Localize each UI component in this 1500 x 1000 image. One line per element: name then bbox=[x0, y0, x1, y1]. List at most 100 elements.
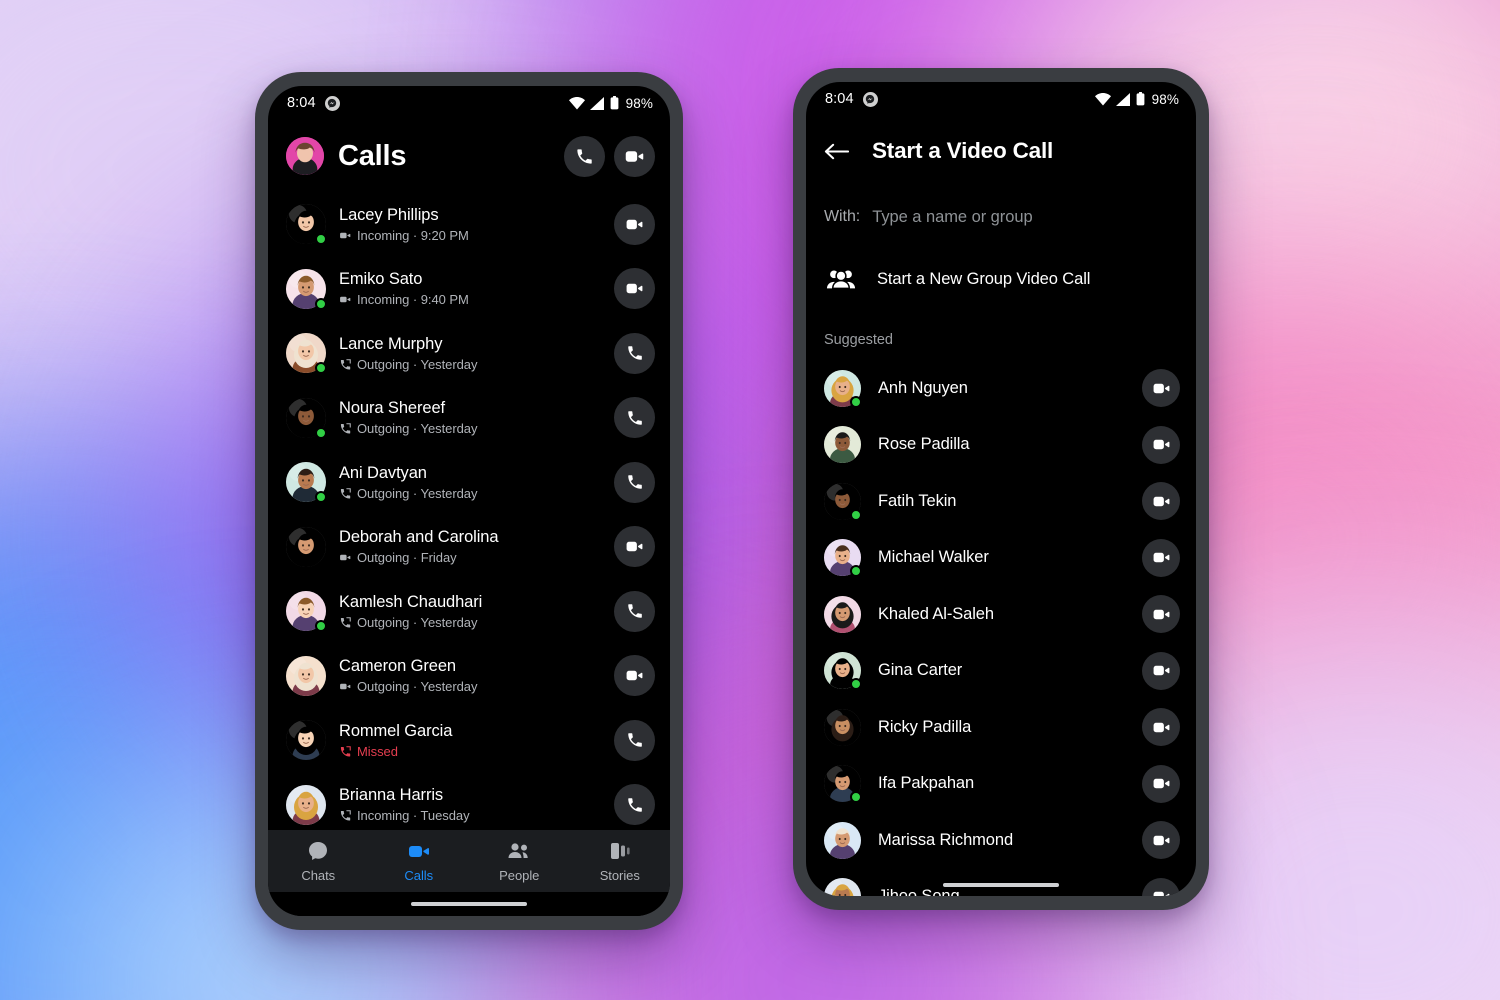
call-status-text: Missed bbox=[357, 743, 398, 759]
start-video-call-button[interactable] bbox=[1142, 482, 1180, 521]
call-status: Outgoing · Yesterday bbox=[339, 486, 601, 501]
call-back-video-button[interactable] bbox=[614, 655, 655, 697]
audio-call-button[interactable] bbox=[564, 135, 605, 177]
call-info: Noura Shereef Outgoing · Yesterday bbox=[339, 399, 601, 436]
start-video-call-button[interactable] bbox=[1142, 651, 1180, 690]
call-back-video-button[interactable] bbox=[614, 526, 655, 568]
start-video-call-button[interactable] bbox=[1142, 538, 1180, 577]
back-arrow-icon[interactable] bbox=[824, 138, 850, 164]
status-time: 8:04 bbox=[287, 95, 316, 111]
nav-tab-stories[interactable]: Stories bbox=[570, 839, 671, 883]
avatar bbox=[824, 878, 861, 896]
call-info: Deborah and Carolina Outgoing · Friday bbox=[339, 528, 601, 565]
status-time: 8:04 bbox=[825, 91, 854, 107]
avatar bbox=[286, 462, 327, 504]
avatar bbox=[824, 539, 862, 578]
contact-name: Cameron Green bbox=[339, 657, 457, 676]
contact-name: Ani Davtyan bbox=[339, 463, 427, 482]
call-back-audio-button[interactable] bbox=[614, 590, 655, 632]
phone-call-type-icon bbox=[339, 745, 352, 758]
call-list-item[interactable]: Lance Murphy Outgoing · Yesterday bbox=[268, 321, 670, 386]
call-back-audio-button[interactable] bbox=[614, 719, 655, 761]
phone-call-type-icon bbox=[339, 616, 352, 629]
call-back-audio-button[interactable] bbox=[614, 332, 655, 374]
nav-tab-calls[interactable]: Calls bbox=[369, 839, 470, 883]
with-field-row[interactable]: With: bbox=[806, 186, 1196, 248]
suggested-contact-item[interactable]: Marissa Richmond bbox=[806, 812, 1196, 869]
call-list-item[interactable]: Kamlesh Chaudhari Outgoing · Yesterday bbox=[268, 579, 670, 644]
nav-tab-people[interactable]: People bbox=[469, 839, 570, 883]
call-status-text: Outgoing · Friday bbox=[357, 550, 457, 566]
start-group-video-call-option[interactable]: Start a New Group Video Call bbox=[806, 248, 1196, 310]
contact-name: Lance Murphy bbox=[339, 334, 443, 353]
call-back-video-button[interactable] bbox=[614, 268, 655, 310]
suggested-contact-item[interactable]: Khaled Al-Saleh bbox=[806, 586, 1196, 643]
status-bar-left-group: 8:04 bbox=[825, 91, 878, 107]
call-status-text: Outgoing · Yesterday bbox=[357, 421, 478, 437]
suggested-contact-item[interactable]: Ricky Padilla bbox=[806, 699, 1196, 756]
battery-percent: 98% bbox=[1151, 91, 1179, 107]
online-status-indicator bbox=[315, 426, 327, 439]
online-status-indicator bbox=[850, 791, 862, 804]
call-list-item[interactable]: Deborah and Carolina Outgoing · Friday bbox=[268, 515, 670, 580]
avatar bbox=[824, 708, 861, 746]
call-back-audio-button[interactable] bbox=[614, 397, 655, 439]
suggested-contact-item[interactable]: Jihoo Song bbox=[806, 869, 1196, 896]
avatar bbox=[824, 369, 862, 408]
nav-tab-label: Chats bbox=[301, 868, 336, 883]
home-indicator bbox=[411, 902, 527, 906]
call-list-item[interactable]: Lacey Phillips Incoming · 9:20 PM bbox=[268, 192, 670, 257]
call-list-item[interactable]: Cameron Green Outgoing · Yesterday bbox=[268, 644, 670, 709]
nav-tab-label: Calls bbox=[404, 868, 434, 883]
video-camera-icon bbox=[407, 839, 431, 863]
video-call-header: Start a Video Call bbox=[806, 116, 1196, 186]
call-status-text: Outgoing · Yesterday bbox=[357, 614, 478, 630]
suggested-contact-item[interactable]: Fatih Tekin bbox=[806, 473, 1196, 530]
call-status-text: Incoming · 9:20 PM bbox=[357, 227, 469, 243]
call-status: Incoming · 9:20 PM bbox=[339, 228, 601, 243]
start-video-call-button[interactable] bbox=[1142, 764, 1180, 803]
start-video-call-button[interactable] bbox=[1142, 595, 1180, 634]
call-list-item[interactable]: Brianna Harris Incoming · Tuesday bbox=[268, 773, 670, 831]
bottom-navigation[interactable]: Chats Calls People Stories bbox=[268, 830, 670, 892]
suggested-contact-item[interactable]: Gina Carter bbox=[806, 643, 1196, 700]
call-back-audio-button[interactable] bbox=[614, 461, 655, 503]
call-status: Outgoing · Yesterday bbox=[339, 421, 601, 436]
call-list-item[interactable]: Emiko Sato Incoming · 9:40 PM bbox=[268, 257, 670, 322]
status-bar-left-group: 8:04 bbox=[287, 95, 340, 111]
profile-avatar[interactable] bbox=[286, 137, 324, 175]
recipient-search-input[interactable] bbox=[872, 207, 1178, 227]
suggested-contact-item[interactable]: Rose Padilla bbox=[806, 417, 1196, 474]
call-list-item[interactable]: Noura Shereef Outgoing · Yesterday bbox=[268, 386, 670, 451]
start-video-call-button[interactable] bbox=[1142, 369, 1180, 408]
avatar-image bbox=[824, 595, 861, 633]
avatar-image bbox=[286, 720, 326, 761]
suggested-contact-item[interactable]: Anh Nguyen bbox=[806, 360, 1196, 417]
avatar bbox=[286, 655, 326, 696]
start-video-call-button[interactable] bbox=[1142, 821, 1180, 860]
avatar-image bbox=[824, 821, 861, 859]
video-call-button[interactable] bbox=[614, 135, 655, 177]
avatar bbox=[286, 720, 326, 761]
nav-tab-chats[interactable]: Chats bbox=[268, 839, 369, 883]
avatar bbox=[286, 591, 327, 633]
calls-list[interactable]: Lacey Phillips Incoming · 9:20 PM Emiko S… bbox=[268, 192, 670, 830]
start-video-call-button[interactable] bbox=[1142, 877, 1180, 896]
call-back-audio-button[interactable] bbox=[614, 784, 655, 826]
start-video-call-button[interactable] bbox=[1142, 708, 1180, 747]
call-info: Lacey Phillips Incoming · 9:20 PM bbox=[339, 206, 601, 243]
messenger-icon bbox=[862, 91, 878, 107]
call-list-item[interactable]: Ani Davtyan Outgoing · Yesterday bbox=[268, 450, 670, 515]
online-status-indicator bbox=[850, 395, 862, 408]
signal-icon bbox=[589, 96, 604, 110]
call-back-video-button[interactable] bbox=[614, 203, 655, 245]
avatar bbox=[286, 268, 327, 310]
online-status-indicator bbox=[315, 620, 327, 633]
start-video-call-button[interactable] bbox=[1142, 425, 1180, 464]
suggested-section-label: Suggested bbox=[824, 332, 893, 348]
call-list-item[interactable]: Rommel Garcia Missed bbox=[268, 708, 670, 773]
suggested-contact-item[interactable]: Michael Walker bbox=[806, 530, 1196, 587]
avatar-image bbox=[286, 655, 326, 696]
suggested-contact-item[interactable]: Ifa Pakpahan bbox=[806, 756, 1196, 813]
suggested-contacts-list[interactable]: Anh Nguyen Rose Padilla Fatih Tekin Mich… bbox=[806, 360, 1196, 896]
